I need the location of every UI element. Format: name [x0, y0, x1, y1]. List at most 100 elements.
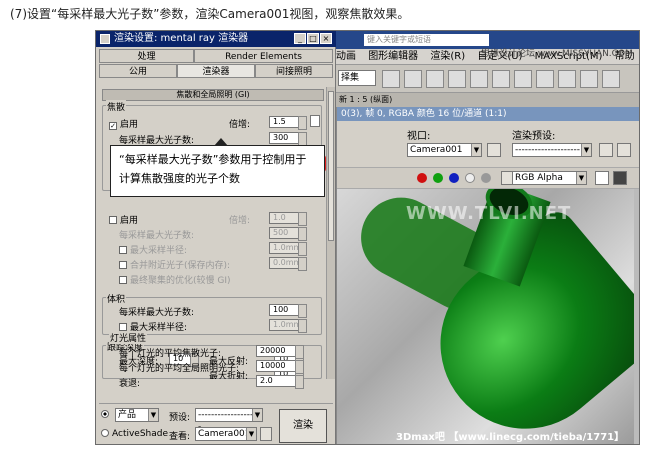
gi-max-photons-spinner[interactable]: 500 — [269, 227, 307, 241]
gi-optimize-label: 最终聚集的优化(较慢 GI) — [130, 276, 231, 286]
caustics-group-title: 焦散 — [106, 100, 127, 113]
red-channel-icon[interactable] — [417, 173, 427, 183]
toolbar-button-icon[interactable] — [602, 70, 620, 88]
chevron-down-icon: ▼ — [148, 409, 158, 421]
close-icon[interactable]: × — [320, 33, 332, 44]
caustic-photons-label: 每个灯光的平均焦散光子: — [119, 349, 222, 359]
dialog-tabs: 处理 Render Elements 公用 渲染器 间接照明 — [99, 49, 333, 85]
view-label: 查看: — [169, 432, 191, 442]
alpha-channel-icon[interactable] — [465, 173, 475, 183]
scrollbar-thumb[interactable] — [328, 91, 334, 241]
tab-processing[interactable]: 处理 — [99, 49, 194, 63]
gi-multiplier-spinner[interactable]: 1.0 — [269, 212, 307, 226]
lock-icon[interactable] — [260, 427, 272, 441]
menu-item[interactable]: 动画 — [336, 51, 356, 62]
chevron-down-icon: ▼ — [576, 172, 586, 184]
gi-sample-radius-spinner[interactable]: 1.0mm — [269, 242, 307, 256]
checkbox-icon[interactable] — [119, 276, 127, 284]
toolbar-button-icon[interactable] — [404, 70, 422, 88]
preset-select[interactable]: -------------------- ▼ — [195, 408, 263, 432]
light-props-title: 灯光属性 — [109, 331, 148, 344]
channel-select[interactable]: RGB Alpha ▼ — [512, 171, 587, 185]
decay-spinner[interactable]: 2.0 — [256, 375, 304, 389]
tab-render-elements[interactable]: Render Elements — [194, 49, 333, 63]
render-setup-icon[interactable] — [599, 143, 613, 157]
gi-optimize[interactable]: 最终聚集的优化(较慢 GI) — [119, 273, 231, 286]
checkbox-icon[interactable] — [109, 216, 117, 224]
callout-note: “每采样最大光子数”参数用于控制用于计算焦散强度的光子个数 — [110, 145, 325, 197]
volume-max-photons-spinner[interactable]: 100 — [269, 304, 307, 318]
toolbar-button-icon[interactable] — [558, 70, 576, 88]
green-channel-icon[interactable] — [433, 173, 443, 183]
radio-icon[interactable] — [101, 410, 109, 418]
caustics-enable[interactable]: ✓ 启用 — [109, 117, 138, 130]
instruction-caption: (7)设置“每采样最大光子数”参数，渲染Camera001视图，观察焦散效果。 — [10, 7, 410, 21]
lock-icon[interactable] — [487, 143, 501, 157]
radio-icon[interactable] — [101, 429, 109, 437]
preset-value: -------------------- — [515, 145, 580, 155]
decay-label: 衰退: — [119, 379, 141, 389]
gi-sample-radius-label: 最大采样半径: — [130, 246, 188, 256]
viewport-select[interactable]: Camera001 ▼ — [407, 143, 482, 157]
activeshade-label: ActiveShade — [112, 429, 169, 439]
chevron-down-icon: ▼ — [246, 428, 256, 440]
check-icon[interactable]: ✓ — [109, 122, 117, 130]
selection-set-combo[interactable]: 择集 — [338, 70, 376, 86]
blue-channel-icon[interactable] — [449, 173, 459, 183]
activeshade-radio[interactable]: ActiveShade — [101, 429, 168, 439]
color-swatch[interactable] — [595, 171, 609, 185]
mono-channel-icon[interactable] — [481, 173, 491, 183]
product-radio[interactable] — [101, 410, 112, 420]
caustics-max-photons-spinner[interactable]: 300 — [269, 132, 307, 146]
preset-label: 预设: — [169, 413, 191, 423]
checkbox-icon[interactable] — [119, 323, 127, 331]
toolbar-button-icon[interactable] — [382, 70, 400, 88]
frame-window-controls: 视口: Camera001 ▼ 渲染预设: ------------------… — [337, 121, 639, 167]
view-select[interactable]: Camera001 ▼ — [195, 427, 257, 441]
channel-toolbar: RGB Alpha ▼ — [337, 167, 639, 189]
toolbar-button-icon[interactable] — [426, 70, 444, 88]
volume-radius-spinner[interactable]: 1.0mm — [269, 319, 307, 333]
toolbar-button-icon[interactable] — [470, 70, 488, 88]
frame-scrollbar[interactable] — [634, 189, 639, 444]
render-settings-dialog: 渲染设置: mental ray 渲染器 _ □ × 处理 Render Ele… — [96, 31, 336, 444]
toolbar-button-icon[interactable] — [492, 70, 510, 88]
dialog-title: 渲染设置: mental ray 渲染器 — [114, 33, 249, 44]
color-swatch-dark[interactable] — [613, 171, 627, 185]
tab-indirect-illumination[interactable]: 间接照明 — [255, 64, 333, 78]
gi-enable[interactable]: 启用 — [109, 213, 138, 226]
volume-group-title: 体积 — [106, 292, 127, 305]
caustics-color-swatch[interactable] — [310, 115, 320, 127]
menu-item[interactable]: 图形编辑器 — [368, 51, 418, 62]
gi-merge-spinner[interactable]: 0.0mm — [269, 257, 307, 271]
gi-photons-label: 每个灯光的平均全局照明光子: — [119, 364, 240, 374]
caustics-multiplier-spinner[interactable]: 1.5 — [269, 116, 307, 130]
tab-renderer[interactable]: 渲染器 — [177, 64, 255, 78]
caustic-photons-spinner[interactable]: 20000 — [256, 345, 304, 359]
tab-common[interactable]: 公用 — [99, 64, 177, 78]
caustics-enable-label: 启用 — [120, 120, 139, 130]
rollout-header[interactable]: 焦散和全局照明 (GI) — [102, 89, 324, 101]
toolbar-button-icon[interactable] — [536, 70, 554, 88]
gi-merge[interactable]: 合并附近光子(保存内存): — [119, 258, 230, 271]
maximize-icon[interactable]: □ — [307, 33, 319, 44]
minimize-icon[interactable]: _ — [294, 33, 306, 44]
search-input[interactable]: 键入关键字或短语 — [364, 34, 489, 46]
chevron-down-icon: ▼ — [581, 144, 591, 156]
panel-scrollbar[interactable] — [326, 87, 335, 379]
watermark-bottom: 3Dmax吧 【www.linecg.com/tieba/1771】 — [396, 432, 625, 443]
toolbar-button-icon[interactable] — [448, 70, 466, 88]
product-select[interactable]: 产品 ▼ — [115, 408, 159, 422]
checkbox-icon[interactable] — [119, 261, 127, 269]
toolbar-button-icon[interactable] — [580, 70, 598, 88]
render-button[interactable]: 渲染 — [279, 409, 327, 443]
environment-icon[interactable] — [617, 143, 631, 157]
menu-item[interactable]: 渲染(R) — [430, 51, 465, 62]
toolbar-button-icon[interactable] — [514, 70, 532, 88]
render-preset-select[interactable]: -------------------- ▼ — [512, 143, 592, 157]
gi-max-photons-label: 每采样最大光子数: — [119, 231, 195, 241]
checkbox-icon[interactable] — [119, 246, 127, 254]
gi-sample-radius[interactable]: 最大采样半径: — [119, 243, 187, 256]
viewport-label: 视口: — [407, 131, 431, 142]
gi-photons-spinner[interactable]: 10000 — [256, 360, 304, 374]
